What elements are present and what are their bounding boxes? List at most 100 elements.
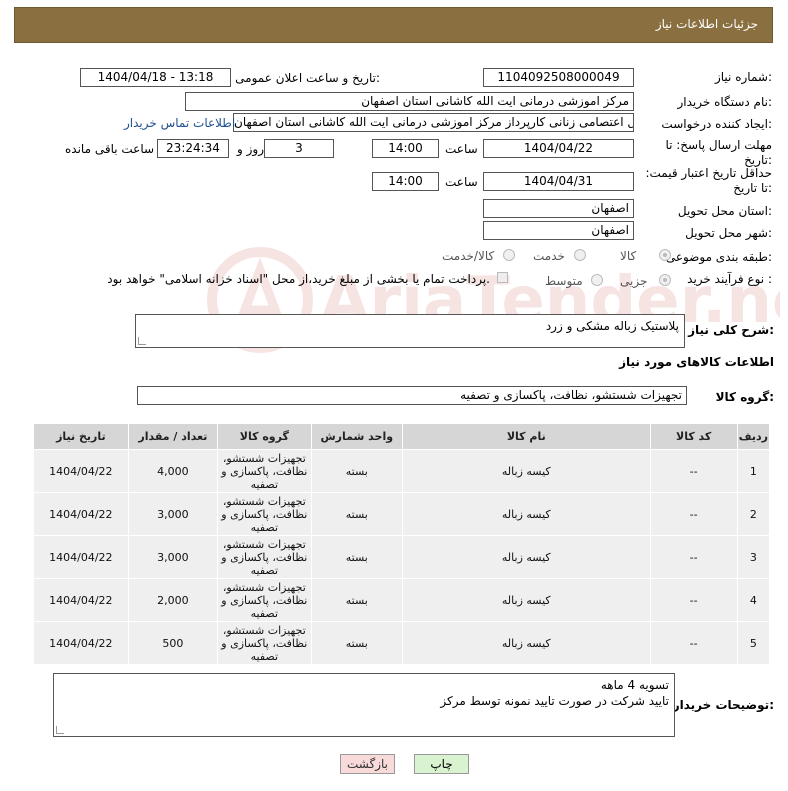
remaining-label: ساعت باقی مانده [65, 142, 155, 156]
col-header-item-name: نام کالا [402, 423, 651, 450]
table-row: 3 -- کیسه زباله بسته تجهیزات شستشو، نظاف… [33, 535, 771, 579]
table-header-row: ردیف کد کالا نام کالا واحد شمارش گروه کا… [33, 423, 771, 450]
page-title: جزئیات اطلاعات نیاز [655, 17, 758, 31]
buyer-notes-label: توضیحات خریدار: [672, 698, 774, 712]
cell-group: تجهیزات شستشو، نظافت، پاکسازی و تصفیه [217, 535, 312, 579]
category-option-goods-service: کالا/خدمت [442, 249, 495, 263]
buyer-notes-line-1: تسویه 4 ماهه [600, 678, 669, 692]
cell-row-number: 4 [736, 578, 771, 622]
col-header-quantity: تعداد / مقدار [127, 423, 219, 450]
cell-quantity: 500 [127, 621, 219, 665]
cell-item-name: کیسه زباله [402, 492, 651, 536]
cell-item-name: کیسه زباله [402, 535, 651, 579]
category-option-goods: کالا [620, 249, 637, 263]
treasury-payment-checkbox[interactable] [497, 272, 508, 283]
buyer-notes-textarea[interactable]: تسویه 4 ماهه تایید شرکت در صورت تایید نم… [53, 673, 675, 737]
deadline-label: مهلت ارسال پاسخ: تا تاریخ: [665, 138, 772, 167]
announce-label: تاریخ و ساعت اعلان عمومی: [235, 71, 380, 85]
cell-row-number: 5 [736, 621, 771, 665]
cell-quantity: 4,000 [127, 449, 219, 493]
price-date-field: 1404/04/31 [483, 172, 634, 191]
print-button[interactable]: چاپ [414, 754, 469, 774]
days-field: 3 [264, 139, 334, 158]
deadline-time-field: 14:00 [372, 139, 439, 158]
buyer-contact-link[interactable]: اطلاعات تماس خریدار [124, 116, 235, 130]
process-radio-medium[interactable] [591, 274, 603, 286]
cell-unit: بسته [310, 578, 404, 622]
cell-item-name: کیسه زباله [402, 621, 651, 665]
process-option-medium: متوسط [545, 274, 583, 288]
category-option-service: خدمت [533, 249, 565, 263]
cell-row-number: 2 [736, 492, 771, 536]
cell-need-date: 1404/04/22 [33, 449, 129, 493]
cell-quantity: 3,000 [127, 492, 219, 536]
cell-item-name: کیسه زباله [402, 449, 651, 493]
cell-group: تجهیزات شستشو، نظافت، پاکسازی و تصفیه [217, 578, 312, 622]
cell-need-date: 1404/04/22 [33, 621, 129, 665]
resize-grip-icon [138, 337, 146, 345]
need-number-field: 1104092508000049 [483, 68, 634, 87]
category-radio-service[interactable] [574, 249, 586, 261]
cell-unit: بسته [310, 621, 404, 665]
goods-section-title: اطلاعات کالاهای مورد نیاز [619, 355, 774, 369]
cell-item-code: -- [649, 535, 738, 579]
process-option-small: جزیی [620, 274, 648, 288]
buyer-label: نام دستگاه خریدار: [677, 95, 773, 109]
page-header: جزئیات اطلاعات نیاز [14, 7, 773, 43]
col-header-row-number: ردیف [736, 423, 771, 450]
table-row: 1 -- کیسه زباله بسته تجهیزات شستشو، نظاف… [33, 449, 771, 493]
buyer-notes-line-2: تایید شرکت در صورت تایید نمونه توسط مرکز [440, 694, 669, 708]
cell-item-name: کیسه زباله [402, 578, 651, 622]
cell-need-date: 1404/04/22 [33, 492, 129, 536]
description-textarea[interactable]: پلاستیک زباله مشکی و زرد [135, 314, 685, 348]
cell-quantity: 2,000 [127, 578, 219, 622]
table-row: 5 -- کیسه زباله بسته تجهیزات شستشو، نظاف… [33, 621, 771, 665]
cell-group: تجهیزات شستشو، نظافت، پاکسازی و تصفیه [217, 621, 312, 665]
cell-group: تجهیزات شستشو، نظافت، پاکسازی و تصفیه [217, 492, 312, 536]
city-field: اصفهان [483, 221, 634, 240]
province-field: اصفهان [483, 199, 634, 218]
cell-row-number: 1 [736, 449, 771, 493]
days-label: روز و [237, 142, 264, 156]
buyer-field: مرکز اموزشی درمانی ایت الله کاشانی استان… [185, 92, 634, 111]
deadline-date-field: 1404/04/22 [483, 139, 634, 158]
table-row: 4 -- کیسه زباله بسته تجهیزات شستشو، نظاف… [33, 578, 771, 622]
cell-unit: بسته [310, 449, 404, 493]
cell-need-date: 1404/04/22 [33, 578, 129, 622]
price-time-label: ساعت [445, 175, 478, 189]
need-number-label: شماره نیاز: [714, 70, 772, 84]
resize-grip-icon [56, 726, 64, 734]
goods-group-label: گروه کالا: [715, 390, 774, 404]
goods-group-field: تجهیزات شستشو، نظافت، پاکسازی و تصفیه [137, 386, 687, 405]
cell-unit: بسته [310, 492, 404, 536]
deadline-time-label: ساعت [445, 142, 478, 156]
cell-item-code: -- [649, 578, 738, 622]
cell-row-number: 3 [736, 535, 771, 579]
process-label: نوع فرآیند خرید : [687, 272, 772, 286]
category-radio-goods-service[interactable] [503, 249, 515, 261]
col-header-group: گروه کالا [217, 423, 312, 450]
creator-field: سیدرسول اعتصامی زنانی کارپرداز مرکز اموز… [233, 113, 634, 132]
cell-group: تجهیزات شستشو، نظافت، پاکسازی و تصفیه [217, 449, 312, 493]
description-text: پلاستیک زباله مشکی و زرد [545, 319, 679, 333]
cell-item-code: -- [649, 492, 738, 536]
treasury-payment-note: پرداخت تمام یا بخشی از مبلغ خرید،از محل … [107, 272, 490, 286]
col-header-need-date: تاریخ نیاز [33, 423, 129, 450]
process-radio-small[interactable] [659, 274, 671, 286]
col-header-item-code: کد کالا [649, 423, 738, 450]
col-header-unit: واحد شمارش [310, 423, 404, 450]
price-time-field: 14:00 [372, 172, 439, 191]
province-label: استان محل تحویل: [677, 204, 772, 218]
city-label: شهر محل تحویل: [685, 226, 772, 240]
cell-need-date: 1404/04/22 [33, 535, 129, 579]
cell-item-code: -- [649, 621, 738, 665]
cell-unit: بسته [310, 535, 404, 579]
price-validity-label: حداقل تاریخ اعتبار قیمت: تا تاریخ: [645, 166, 772, 195]
description-label: شرح کلی نیاز: [688, 323, 774, 337]
cell-quantity: 3,000 [127, 535, 219, 579]
back-button[interactable]: بازگشت [340, 754, 395, 774]
cell-item-code: -- [649, 449, 738, 493]
creator-label: ایجاد کننده درخواست: [661, 117, 772, 131]
items-table: ردیف کد کالا نام کالا واحد شمارش گروه کا… [33, 423, 771, 665]
category-radio-goods[interactable] [659, 249, 671, 261]
